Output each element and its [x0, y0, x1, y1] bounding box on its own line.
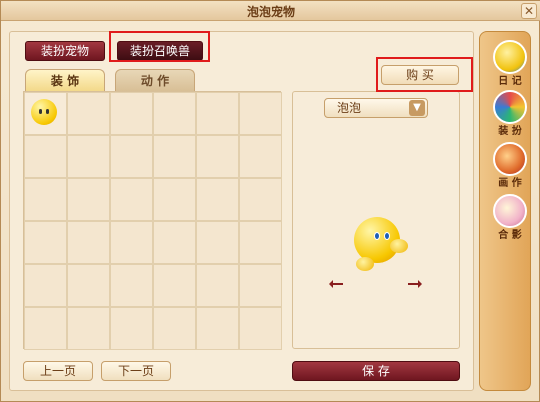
grid-cell[interactable]	[67, 92, 110, 135]
grid-cell[interactable]	[239, 221, 282, 264]
sidebar-item-label: 画 作	[498, 178, 522, 189]
pet-select-value: 泡泡	[337, 101, 362, 115]
sidebar-item-diary[interactable]: 日 记	[490, 40, 530, 87]
pinwheel-icon	[493, 90, 527, 124]
chevron-down-icon[interactable]: ▼	[409, 100, 425, 116]
close-icon[interactable]: ✕	[521, 3, 537, 19]
grid-cell[interactable]	[24, 135, 67, 178]
grid-cell[interactable]	[24, 92, 67, 135]
window: 泡泡宠物 ✕ 装扮宠物 装扮召唤兽 装 饰 动 作 上一页 下一页 购 买 泡泡…	[0, 0, 540, 402]
pet-model	[346, 217, 408, 275]
grid-cell[interactable]	[24, 264, 67, 307]
save-button[interactable]: 保 存	[292, 361, 460, 381]
sidebar-item-dress[interactable]: 装 扮	[490, 90, 530, 137]
window-title: 泡泡宠物	[246, 5, 295, 19]
grid-cell[interactable]	[153, 221, 196, 264]
grid-cell[interactable]	[67, 307, 110, 350]
grid-cell[interactable]	[24, 221, 67, 264]
grid-cell[interactable]	[110, 92, 153, 135]
grid-cell[interactable]	[196, 307, 239, 350]
grid-cell[interactable]	[239, 264, 282, 307]
diary-icon	[493, 40, 527, 74]
pet-select[interactable]: 泡泡 ▼	[324, 98, 428, 118]
grid-cell[interactable]	[67, 264, 110, 307]
highlight-box	[376, 57, 473, 92]
grid-cell[interactable]	[67, 135, 110, 178]
sidebar-item-works[interactable]: 画 作	[490, 142, 530, 189]
grid-cell[interactable]	[153, 307, 196, 350]
prev-page-button[interactable]: 上一页	[23, 361, 93, 381]
next-page-button[interactable]: 下一页	[101, 361, 171, 381]
grid-cell[interactable]	[196, 92, 239, 135]
grid-cell[interactable]	[153, 135, 196, 178]
painting-icon	[493, 142, 527, 176]
grid-cell[interactable]	[67, 178, 110, 221]
sidebar-item-label: 日 记	[498, 76, 522, 87]
grid-cell[interactable]	[196, 264, 239, 307]
photo-icon	[493, 194, 527, 228]
grid-cell[interactable]	[24, 178, 67, 221]
sidebar-item-photo[interactable]: 合 影	[490, 194, 530, 241]
sidebar-item-label: 合 影	[498, 230, 522, 241]
grid-cell[interactable]	[239, 178, 282, 221]
grid-cell[interactable]	[110, 264, 153, 307]
rotate-right-icon[interactable]	[404, 277, 424, 291]
highlight-box	[109, 31, 210, 62]
inventory-grid	[23, 91, 282, 350]
grid-cell[interactable]	[67, 221, 110, 264]
tab-decoration[interactable]: 装 饰	[25, 69, 105, 91]
grid-cell[interactable]	[196, 135, 239, 178]
grid-cell[interactable]	[153, 264, 196, 307]
grid-cell[interactable]	[153, 178, 196, 221]
tab-action[interactable]: 动 作	[115, 69, 195, 91]
grid-cell[interactable]	[110, 178, 153, 221]
dress-pet-button[interactable]: 装扮宠物	[25, 41, 105, 61]
side-panel: 日 记 装 扮 画 作 合 影	[479, 31, 531, 391]
grid-cell[interactable]	[24, 307, 67, 350]
grid-cell[interactable]	[239, 92, 282, 135]
grid-cell[interactable]	[110, 135, 153, 178]
grid-cell[interactable]	[196, 221, 239, 264]
grid-cell[interactable]	[239, 135, 282, 178]
grid-cell[interactable]	[153, 92, 196, 135]
rotate-left-icon[interactable]	[327, 277, 347, 291]
grid-cell[interactable]	[239, 307, 282, 350]
bubble-pet-icon	[31, 99, 57, 125]
grid-cell[interactable]	[196, 178, 239, 221]
titlebar: 泡泡宠物 ✕	[1, 1, 540, 21]
grid-cell[interactable]	[110, 307, 153, 350]
sidebar-item-label: 装 扮	[498, 126, 522, 137]
grid-cell[interactable]	[110, 221, 153, 264]
